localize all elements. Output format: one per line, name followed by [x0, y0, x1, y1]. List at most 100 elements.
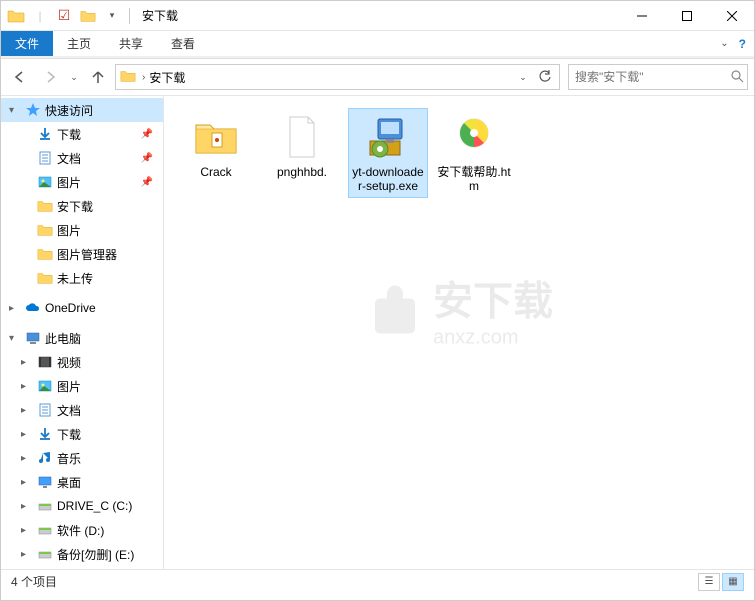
folder-icon	[192, 113, 240, 161]
navigation-pane[interactable]: 快速访问 下载📌文档📌图片📌安下载图片图片管理器未上传 OneDrive 此电脑…	[1, 96, 164, 569]
tab-share[interactable]: 共享	[105, 31, 157, 56]
folder-icon	[37, 270, 53, 286]
expand-icon[interactable]	[21, 501, 33, 512]
sidebar-item-label: 安下载	[57, 198, 93, 215]
help-icon[interactable]: ?	[739, 37, 746, 51]
folder-icon	[5, 5, 27, 27]
address-dropdown-icon[interactable]: ⌄	[513, 67, 533, 87]
drive-icon	[37, 546, 53, 562]
sidebar-item[interactable]: 备份[勿删] (E:)	[1, 542, 163, 566]
sidebar-item-label: 下载	[57, 426, 81, 443]
sidebar-item-label: 快速访问	[45, 102, 93, 119]
maximize-button[interactable]	[664, 1, 709, 31]
sidebar-item[interactable]: 图片	[1, 218, 163, 242]
folder-icon	[37, 198, 53, 214]
close-button[interactable]	[709, 1, 754, 31]
sidebar-onedrive[interactable]: OneDrive	[1, 296, 163, 320]
document-icon	[37, 150, 53, 166]
expand-icon[interactable]	[21, 405, 33, 416]
view-icons-button[interactable]: ▦	[722, 573, 744, 591]
folder-icon-small[interactable]	[77, 5, 99, 27]
title-separator	[129, 8, 130, 24]
expand-icon[interactable]	[21, 429, 33, 440]
sidebar-item-label: 图片	[57, 378, 81, 395]
expand-icon[interactable]	[21, 477, 33, 488]
checkbox-icon[interactable]: ☑	[53, 5, 75, 27]
view-details-button[interactable]: ☰	[698, 573, 720, 591]
sidebar-quick-access[interactable]: 快速访问	[1, 98, 163, 122]
address-chevron-icon[interactable]: ›	[142, 72, 145, 83]
sidebar-item-label: 下载	[57, 126, 81, 143]
pin-icon: 📌	[141, 129, 153, 140]
cloud-icon	[25, 300, 41, 316]
refresh-button[interactable]	[535, 67, 555, 87]
titlebar: | ☑ ▾ 安下载	[1, 1, 754, 31]
back-button[interactable]	[7, 64, 33, 90]
navbar: ⌄ › 安下载 ⌄	[1, 59, 754, 95]
window-title: 安下载	[142, 7, 178, 24]
sidebar-item-label: 此电脑	[45, 330, 81, 347]
tab-home[interactable]: 主页	[53, 31, 105, 56]
file-item[interactable]: Crack	[176, 108, 256, 184]
search-box[interactable]	[568, 64, 748, 90]
tab-file[interactable]: 文件	[1, 31, 53, 56]
collapse-icon[interactable]	[9, 105, 21, 116]
expand-icon[interactable]	[21, 357, 33, 368]
expand-icon[interactable]	[21, 549, 33, 560]
watermark-sub: anxz.com	[433, 326, 553, 349]
sidebar-item-label: 备份[勿删] (E:)	[57, 546, 134, 563]
sidebar-item[interactable]: 文档	[1, 398, 163, 422]
star-icon	[25, 102, 41, 118]
address-text: 安下载	[149, 69, 513, 86]
address-bar[interactable]: › 安下载 ⌄	[115, 64, 560, 90]
sidebar-item[interactable]: 软件 (D:)	[1, 518, 163, 542]
ribbon-expand-icon[interactable]: ⌄	[720, 38, 728, 49]
pictures-icon	[37, 378, 53, 394]
folder-icon	[37, 222, 53, 238]
sidebar-item[interactable]: 桌面	[1, 470, 163, 494]
sidebar-item-label: 桌面	[57, 474, 81, 491]
search-input[interactable]	[575, 70, 730, 84]
folder-icon	[37, 246, 53, 262]
content-area: 快速访问 下载📌文档📌图片📌安下载图片图片管理器未上传 OneDrive 此电脑…	[1, 95, 754, 569]
file-item[interactable]: 安下载帮助.htm	[434, 108, 514, 198]
sidebar-item[interactable]: 图片管理器	[1, 242, 163, 266]
file-blank-icon	[278, 113, 326, 161]
sidebar-item[interactable]: 下载 📌	[1, 122, 163, 146]
file-item[interactable]: yt-downloader-setup.exe	[348, 108, 428, 198]
up-button[interactable]	[85, 64, 111, 90]
expand-icon[interactable]	[9, 303, 21, 314]
sidebar-item[interactable]: 下载	[1, 422, 163, 446]
collapse-icon[interactable]	[9, 333, 21, 344]
sidebar-item-label: 未上传	[57, 270, 93, 287]
watermark-main: 安下载	[433, 268, 553, 326]
sidebar-item[interactable]: 文档📌	[1, 146, 163, 170]
sidebar-item[interactable]: 图片	[1, 374, 163, 398]
download-icon	[37, 426, 53, 442]
sidebar-item[interactable]: DRIVE_C (C:)	[1, 494, 163, 518]
expand-icon[interactable]	[21, 525, 33, 536]
forward-button[interactable]	[37, 64, 63, 90]
file-item[interactable]: pnghhbd.	[262, 108, 342, 184]
file-list[interactable]: Crackpnghhbd.yt-downloader-setup.exe安下载帮…	[164, 96, 754, 569]
sidebar-this-pc[interactable]: 此电脑	[1, 326, 163, 350]
search-icon[interactable]	[730, 69, 744, 86]
sidebar-item-label: DRIVE_C (C:)	[57, 499, 132, 513]
expand-icon[interactable]	[21, 381, 33, 392]
expand-icon[interactable]	[21, 453, 33, 464]
sidebar-item[interactable]: 安下载	[1, 194, 163, 218]
drive-icon	[37, 498, 53, 514]
desktop-icon	[37, 474, 53, 490]
sidebar-item[interactable]: 未上传	[1, 266, 163, 290]
sidebar-item[interactable]: 音乐	[1, 446, 163, 470]
status-count: 4 个项目	[11, 573, 57, 590]
recent-dropdown[interactable]: ⌄	[67, 64, 81, 90]
sidebar-item-label: 图片	[57, 222, 81, 239]
download-icon	[37, 126, 53, 142]
drive-icon	[37, 522, 53, 538]
sidebar-item[interactable]: 图片📌	[1, 170, 163, 194]
tab-view[interactable]: 查看	[157, 31, 209, 56]
minimize-button[interactable]	[619, 1, 664, 31]
sidebar-item[interactable]: 视频	[1, 350, 163, 374]
qat-dropdown[interactable]: ▾	[101, 5, 123, 27]
